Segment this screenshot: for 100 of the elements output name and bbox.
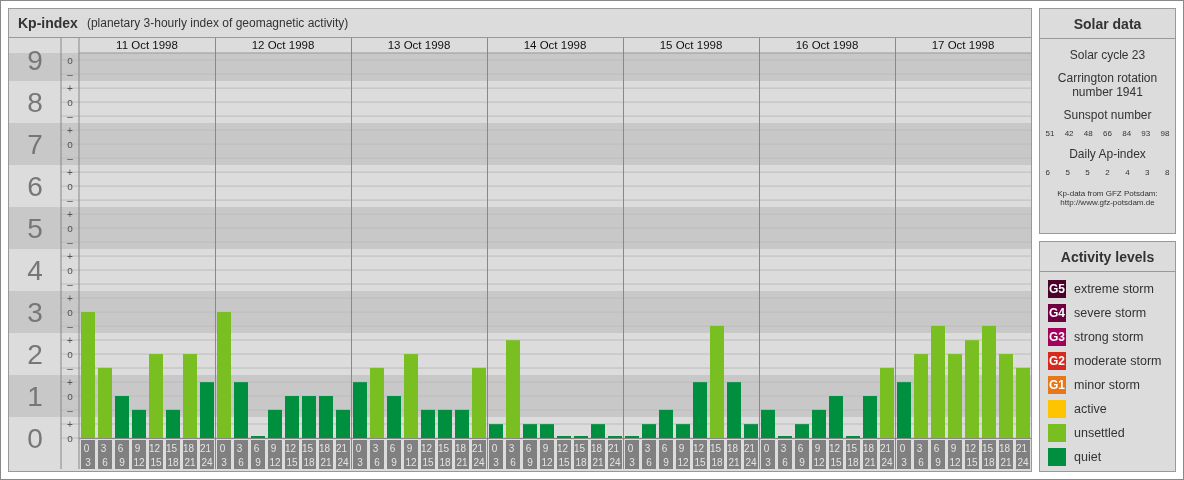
kp-bar [115,396,129,438]
hour-label: 18 21 [455,440,469,469]
day-label: 17 Oct 1998 [931,39,995,51]
kp-bar [812,409,826,438]
sunspot-value: 93 [1141,129,1151,138]
subdivision-mark: + [67,82,73,94]
kp-bar [166,409,180,438]
sunspot-value: 84 [1122,129,1132,138]
kp-bar [744,424,758,438]
hour-label: 12 15 [149,440,163,469]
hour-label: 21 24 [880,440,894,469]
kp-bar [268,409,282,438]
kp-bar [727,382,741,438]
hour-label: 18 21 [999,440,1013,469]
legend-label: minor storm [1074,378,1140,392]
subdivision-mark: + [67,208,73,220]
subdivision-mark: – [67,404,73,416]
y-axis-label: 7 [27,129,43,161]
hour-label: 15 18 [846,440,860,469]
hour-label: 12 15 [829,440,843,469]
hour-label: 3 6 [914,440,928,469]
kp-bar [540,424,554,438]
subdivision-mark: – [67,278,73,290]
legend-label: quiet [1074,450,1102,464]
hour-label: 15 18 [710,440,724,469]
solar-cycle: Solar cycle 23 [1068,48,1147,62]
y-axis-label: 1 [27,381,43,412]
kp-bar [795,424,809,438]
sunspot-value: 42 [1064,129,1074,138]
kp-bar [319,396,333,438]
kp-bar [285,396,299,438]
hour-label: 0 3 [489,440,503,469]
subdivision-mark: + [67,418,73,430]
day-label: 11 Oct 1998 [116,39,178,51]
day-label: 12 Oct 1998 [251,39,315,51]
hour-label: 3 6 [778,440,792,469]
kp-bar [659,409,673,438]
subdivision-mark: o [67,222,73,234]
ap-index-value: 3 [1145,168,1150,177]
subdivision-mark: + [67,250,73,262]
hour-label: 12 15 [557,440,571,469]
subdivision-mark: + [67,166,73,178]
hour-label: 15 18 [574,440,588,469]
kp-bar [200,382,214,438]
hour-label: 0 3 [81,440,95,469]
y-axis-label: 8 [27,87,43,119]
subdivision-mark: o [67,432,73,444]
hour-label: 18 21 [863,440,877,469]
hour-label: 0 3 [217,440,231,469]
kp-bar [98,367,112,438]
subdivision-mark: – [67,152,73,164]
y-axis-label: 3 [27,297,43,329]
kp-bar [336,409,350,438]
subdivision-mark: o [67,138,73,150]
y-axis-label: 2 [27,339,43,371]
subdivision-mark: o [67,96,73,108]
kp-bar [897,382,911,438]
ap-index-value: 8 [1165,168,1170,177]
subdivision-mark: o [67,306,73,318]
panel-title: Solar data [1040,9,1175,39]
panel-title: Activity levels [1040,242,1175,272]
ap-index-value: 6 [1045,168,1050,177]
y-axis-label: 9 [27,45,43,77]
sunspot-title: Sunspot number [1062,108,1153,122]
kp-bar [302,396,316,438]
storm-badge: G1 [1048,376,1066,394]
kp-bar [523,424,537,438]
storm-badge: G2 [1048,352,1066,370]
hour-label: 3 6 [642,440,656,469]
hour-label: 0 3 [761,440,775,469]
hour-label: 15 18 [166,440,180,469]
hour-label: 9 12 [268,440,282,469]
storm-badge: G4 [1048,304,1066,322]
subdivision-mark: – [67,110,73,122]
kp-bar [132,409,146,438]
kp-bar [642,424,656,438]
kp-bar [472,367,486,438]
subdivision-mark: o [67,390,73,402]
chart-subtitle: (planetary 3-hourly index of geomagnetic activity) [86,16,349,30]
kp-bar [455,409,469,438]
subdivision-mark: – [67,362,73,374]
hour-label: 6 9 [659,440,673,469]
day-label: 13 Oct 1998 [387,39,451,51]
hour-label: 21 24 [472,440,486,469]
ap-index-value: 2 [1105,168,1110,177]
hour-label: 12 15 [421,440,435,469]
hour-label: 21 24 [200,440,214,469]
y-axis-label: 6 [27,171,43,203]
subdivision-mark: + [67,334,73,346]
hour-label: 9 12 [132,440,146,469]
hour-label: 0 3 [353,440,367,469]
kp-bar [693,382,707,438]
hour-label: 18 21 [319,440,333,469]
ap-index-value: 5 [1065,168,1070,177]
data-source: Kp-data from GFZ Potsdam: [1057,189,1158,198]
sunspot-value: 48 [1083,129,1093,138]
hour-label: 15 18 [438,440,452,469]
kp-bar [421,409,435,438]
kp-bar [438,409,452,438]
hour-label: 21 24 [744,440,758,469]
